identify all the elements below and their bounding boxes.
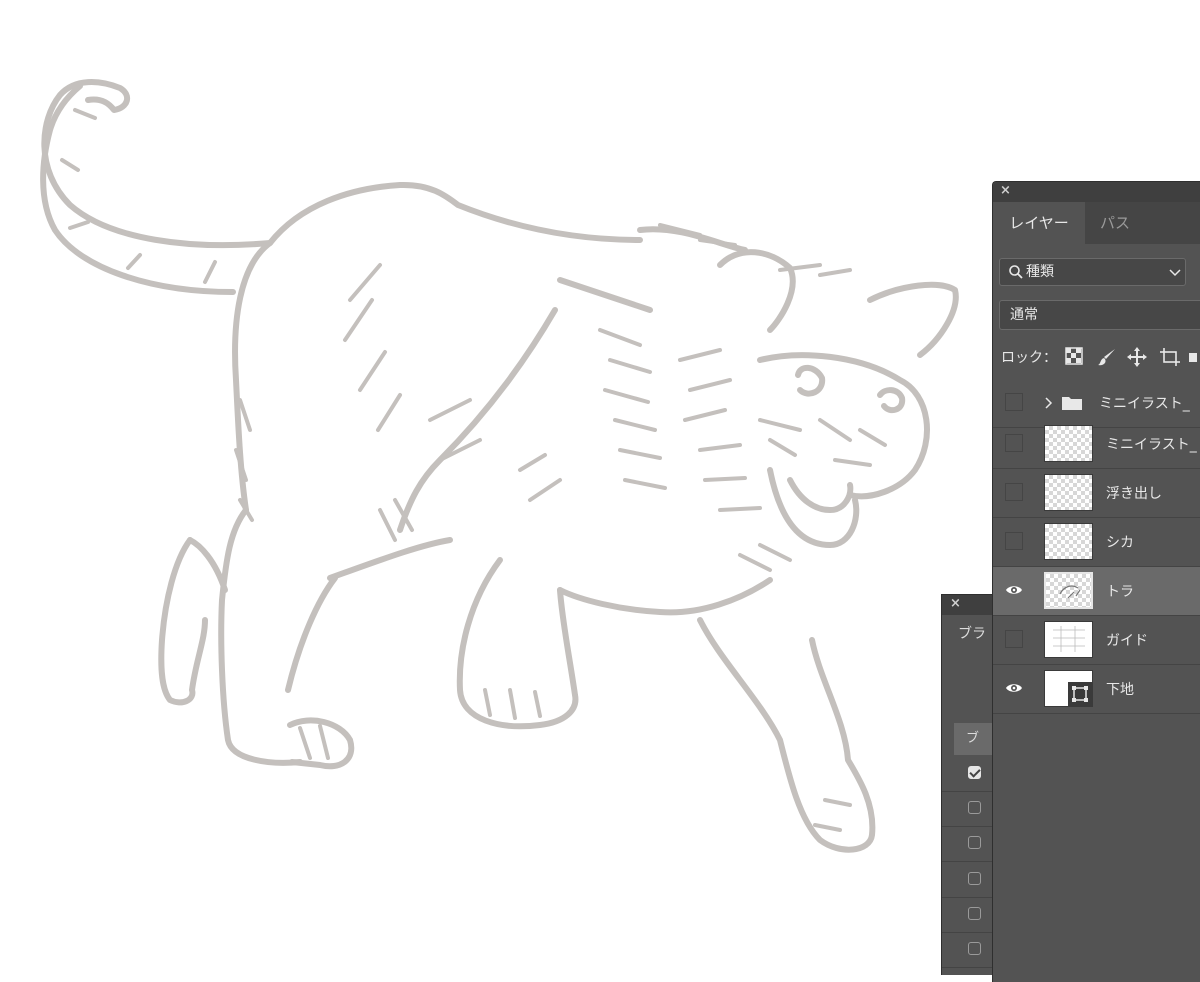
- tab-layers[interactable]: レイヤー: [993, 202, 1085, 244]
- layer-row[interactable]: ガイド: [993, 616, 1200, 665]
- chevron-right-icon[interactable]: [1045, 397, 1053, 409]
- layer-row[interactable]: ミニイラスト_: [993, 420, 1200, 469]
- layer-name[interactable]: ガイド: [1106, 630, 1148, 650]
- visibility-toggle[interactable]: [1005, 532, 1023, 550]
- lock-image-pixels-icon[interactable]: [1097, 347, 1119, 369]
- visibility-toggle[interactable]: [1005, 679, 1023, 697]
- visibility-toggle[interactable]: [1005, 393, 1023, 411]
- layer-thumbnail: [1044, 621, 1093, 658]
- visibility-toggle[interactable]: [1005, 434, 1023, 452]
- brush-option-checkbox[interactable]: [968, 766, 981, 779]
- layer-filter-label: 種類: [1026, 264, 1054, 280]
- lock-position-icon[interactable]: [1127, 347, 1149, 369]
- layer-filter-select[interactable]: 種類: [999, 258, 1186, 286]
- layer-name[interactable]: ミニイラスト_: [1099, 393, 1190, 413]
- layers-panel: × レイヤー パス 種類 通常 ロック： ミニイラスト_ ミニイラスト_ 浮き出…: [992, 181, 1200, 982]
- lock-label: ロック：: [1001, 350, 1057, 366]
- lock-all-icon[interactable]: [1189, 347, 1197, 369]
- layer-row-selected[interactable]: トラ: [993, 567, 1200, 616]
- layer-thumbnail: [1044, 425, 1093, 462]
- layer-thumbnail: [1044, 474, 1093, 511]
- layers-panel-titlebar[interactable]: ×: [993, 182, 1200, 202]
- layer-name[interactable]: シカ: [1106, 532, 1134, 552]
- layer-name[interactable]: 浮き出し: [1106, 483, 1162, 503]
- search-icon: [1009, 265, 1023, 279]
- blend-mode-select[interactable]: 通常: [999, 300, 1200, 330]
- layer-thumbnail: [1044, 572, 1093, 609]
- brush-panel-tab[interactable]: ブラ: [958, 623, 986, 643]
- layer-name[interactable]: ミニイラスト_: [1106, 434, 1197, 454]
- brush-option-checkbox[interactable]: [968, 942, 981, 955]
- chevron-down-icon: [1169, 269, 1181, 277]
- close-icon[interactable]: ×: [1000, 183, 1011, 198]
- visibility-toggle[interactable]: [1005, 630, 1023, 648]
- eye-icon: [1006, 684, 1022, 692]
- layer-row[interactable]: 下地: [993, 665, 1200, 714]
- layer-name[interactable]: トラ: [1106, 581, 1134, 601]
- tiger-line-art: [40, 79, 959, 853]
- layer-row[interactable]: シカ: [993, 518, 1200, 567]
- lock-transparent-pixels-icon[interactable]: [1065, 347, 1087, 369]
- brush-option-checkbox[interactable]: [968, 801, 981, 814]
- layer-thumbnail: [1044, 670, 1093, 707]
- layer-row[interactable]: 浮き出し: [993, 469, 1200, 518]
- brush-option-checkbox[interactable]: [968, 907, 981, 920]
- tab-paths[interactable]: パス: [1085, 202, 1145, 244]
- visibility-toggle[interactable]: [1005, 483, 1023, 501]
- close-icon[interactable]: ×: [950, 596, 961, 611]
- eye-icon: [1006, 586, 1022, 594]
- lock-artboard-icon[interactable]: [1159, 347, 1181, 369]
- layers-panel-tabs: レイヤー パス: [993, 202, 1200, 244]
- brush-option-checkbox[interactable]: [968, 836, 981, 849]
- visibility-toggle[interactable]: [1005, 581, 1023, 599]
- shape-layer-icon: [1068, 682, 1092, 706]
- layer-name[interactable]: 下地: [1106, 679, 1134, 699]
- brush-option-checkbox[interactable]: [968, 872, 981, 885]
- folder-icon: [1062, 397, 1082, 410]
- layer-thumbnail: [1044, 523, 1093, 560]
